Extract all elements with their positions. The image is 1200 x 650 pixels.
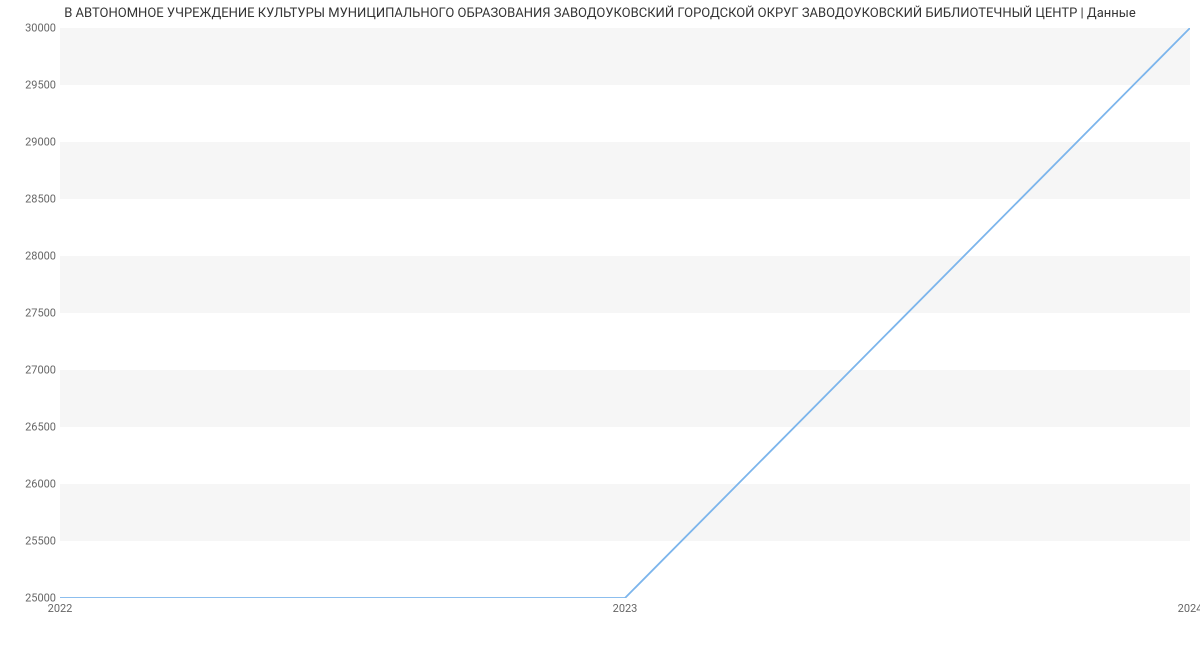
y-tick-label: 26500 [6, 421, 56, 434]
y-tick-label: 29500 [6, 79, 56, 92]
x-tick-label: 2022 [48, 602, 73, 615]
y-tick-label: 25500 [6, 535, 56, 548]
y-tick-label: 27500 [6, 307, 56, 320]
y-tick-label: 30000 [6, 22, 56, 35]
y-tick-label: 26000 [6, 478, 56, 491]
chart-container: В АВТОНОМНОЕ УЧРЕЖДЕНИЕ КУЛЬТУРЫ МУНИЦИП… [0, 0, 1200, 650]
y-tick-label: 27000 [6, 364, 56, 377]
chart-title: В АВТОНОМНОЕ УЧРЕЖДЕНИЕ КУЛЬТУРЫ МУНИЦИП… [0, 6, 1200, 21]
chart-svg [60, 28, 1190, 598]
y-tick-label: 28500 [6, 193, 56, 206]
x-tick-label: 2024 [1178, 602, 1200, 615]
x-tick-label: 2023 [613, 602, 638, 615]
y-tick-label: 29000 [6, 136, 56, 149]
y-tick-label: 28000 [6, 250, 56, 263]
plot-area [60, 28, 1190, 598]
